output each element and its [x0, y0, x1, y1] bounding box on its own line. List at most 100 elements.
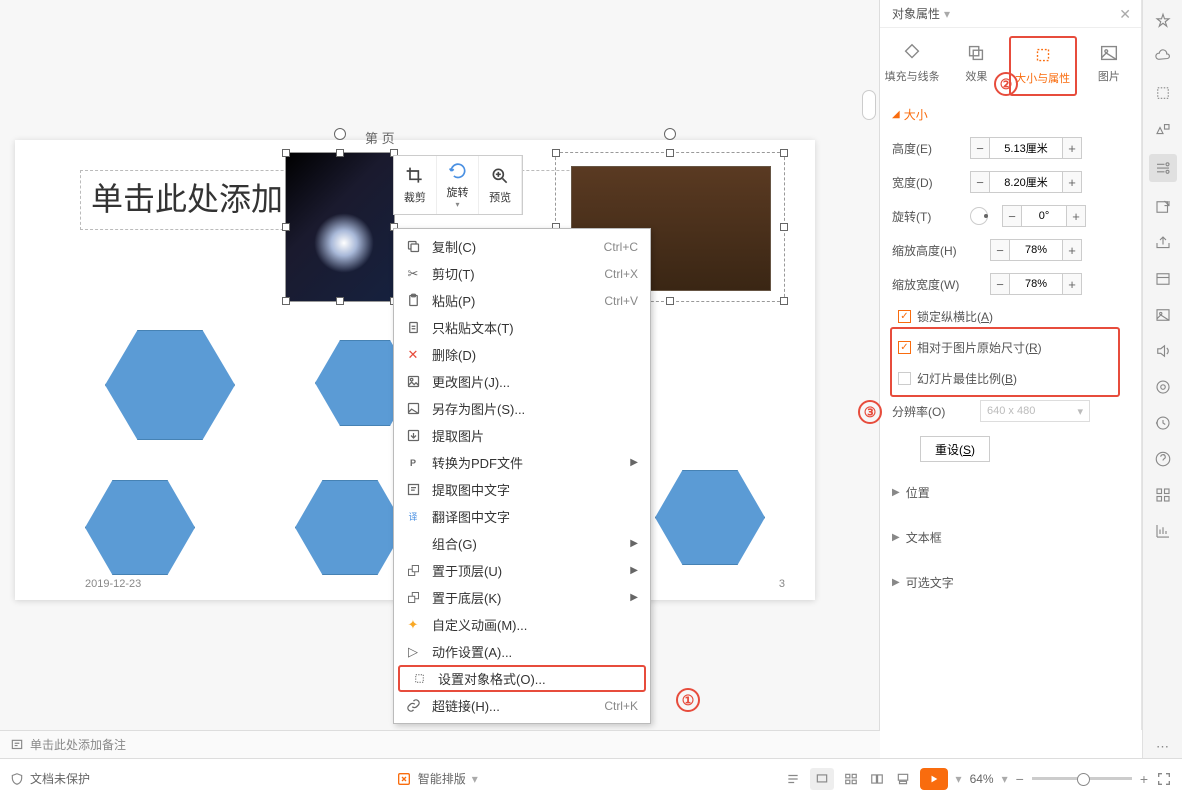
width-input[interactable] [990, 171, 1062, 193]
resize-handle[interactable] [336, 297, 344, 305]
ctx-translate[interactable]: 译翻译图中文字 [394, 503, 650, 530]
sorter-view-icon[interactable] [842, 771, 860, 787]
zoom-in[interactable]: + [1140, 771, 1148, 787]
rotate-handle[interactable] [334, 128, 346, 140]
resize-handle[interactable] [780, 223, 788, 231]
properties-icon[interactable] [1149, 154, 1177, 182]
ctx-change-pic[interactable]: 更改图片(J)... [394, 368, 650, 395]
rotate-dial[interactable] [970, 207, 988, 225]
ctx-save-as-pic[interactable]: 另存为图片(S)... [394, 395, 650, 422]
protect-status[interactable]: 文档未保护 [30, 770, 90, 787]
more-icon[interactable]: ⋯ [1152, 736, 1174, 758]
scroll-thumb[interactable] [862, 90, 876, 120]
tab-fill[interactable]: 填充与线条 [880, 36, 944, 96]
ctx-delete[interactable]: ✕删除(D) [394, 341, 650, 368]
minus-button[interactable]: − [1002, 205, 1022, 227]
hexagon-shape[interactable] [295, 480, 405, 575]
height-input[interactable] [990, 137, 1062, 159]
smart-layout[interactable]: 智能排版 [418, 770, 466, 787]
hexagon-shape[interactable] [105, 330, 235, 440]
sound-icon[interactable] [1152, 340, 1174, 362]
outline-view-icon[interactable] [784, 771, 802, 787]
select-icon[interactable] [1152, 82, 1174, 104]
target-icon[interactable] [1152, 376, 1174, 398]
notes-bar[interactable]: 单击此处添加备注 [0, 730, 880, 758]
normal-view-icon[interactable] [810, 768, 834, 790]
close-icon[interactable]: ✕ [1119, 6, 1131, 23]
section-position[interactable]: ▶位置 [880, 470, 1141, 515]
resize-handle[interactable] [780, 149, 788, 157]
resize-handle[interactable] [336, 149, 344, 157]
ctx-custom-anim[interactable]: ✦自定义动画(M)... [394, 611, 650, 638]
share-icon[interactable] [1152, 232, 1174, 254]
history-icon[interactable] [1152, 412, 1174, 434]
ctx-bring-front[interactable]: 置于顶层(U)▶ [394, 557, 650, 584]
minus-button[interactable]: − [970, 137, 990, 159]
resize-handle[interactable] [282, 149, 290, 157]
resize-handle[interactable] [666, 297, 674, 305]
slideshow-button[interactable] [920, 768, 948, 790]
resize-handle[interactable] [666, 149, 674, 157]
plus-button[interactable]: + [1062, 273, 1082, 295]
notes-view-icon[interactable] [894, 771, 912, 787]
tab-size[interactable]: 大小与属性 [1009, 36, 1077, 96]
resize-handle[interactable] [780, 297, 788, 305]
help-icon[interactable] [1152, 448, 1174, 470]
zoom-value[interactable]: 64% [970, 772, 994, 786]
rotate-input[interactable] [1022, 205, 1066, 227]
export-icon[interactable] [1152, 196, 1174, 218]
plus-button[interactable]: + [1062, 239, 1082, 261]
resize-handle[interactable] [282, 223, 290, 231]
ctx-format-object[interactable]: 设置对象格式(O)... [398, 665, 646, 692]
plus-button[interactable]: + [1066, 205, 1086, 227]
resize-handle[interactable] [552, 149, 560, 157]
scale-h-input[interactable] [1010, 239, 1062, 261]
hexagon-shape[interactable] [655, 470, 765, 565]
tab-pic[interactable]: 图片 [1077, 36, 1141, 96]
chart-icon[interactable] [1152, 520, 1174, 542]
ctx-cut[interactable]: ✂剪切(T)Ctrl+X [394, 260, 650, 287]
section-size[interactable]: ◢大小 [880, 96, 1141, 131]
fit-icon[interactable] [1156, 771, 1172, 787]
image-icon[interactable] [1152, 304, 1174, 326]
height-spinner[interactable]: −+ [970, 137, 1082, 159]
ctx-paste-text[interactable]: 只粘贴文本(T) [394, 314, 650, 341]
scale-w-input[interactable] [1010, 273, 1062, 295]
resize-handle[interactable] [282, 297, 290, 305]
scale-w-spinner[interactable]: −+ [990, 273, 1082, 295]
rel-orig-check[interactable]: 相对于图片原始尺寸(R) [880, 332, 1141, 363]
rotate-button[interactable]: 旋转▾ [437, 156, 480, 214]
rotate-handle[interactable] [664, 128, 676, 140]
preview-button[interactable]: 预览 [479, 156, 522, 214]
layout-icon[interactable] [1152, 268, 1174, 290]
ctx-hyperlink[interactable]: 超链接(H)...Ctrl+K [394, 692, 650, 719]
ctx-extract-pic[interactable]: 提取图片 [394, 422, 650, 449]
minus-button[interactable]: − [970, 171, 990, 193]
ctx-group[interactable]: 组合(G)▶ [394, 530, 650, 557]
section-textbox[interactable]: ▶文本框 [880, 515, 1141, 560]
reset-button[interactable]: 重设(S) [920, 436, 990, 462]
grid-icon[interactable] [1152, 484, 1174, 506]
minus-button[interactable]: − [990, 273, 1010, 295]
zoom-out[interactable]: − [1016, 771, 1024, 787]
lock-ratio-check[interactable]: 锁定纵横比(A) [880, 301, 1141, 332]
rotate-spinner[interactable]: −+ [1002, 205, 1086, 227]
ctx-send-back[interactable]: 置于底层(K)▶ [394, 584, 650, 611]
hexagon-shape[interactable] [85, 480, 195, 575]
ctx-extract-text[interactable]: 提取图中文字 [394, 476, 650, 503]
ctx-paste[interactable]: 粘贴(P)Ctrl+V [394, 287, 650, 314]
ctx-action[interactable]: ▷动作设置(A)... [394, 638, 650, 665]
plus-button[interactable]: + [1062, 171, 1082, 193]
crop-button[interactable]: 裁剪 [394, 156, 437, 214]
cloud-icon[interactable] [1152, 46, 1174, 68]
plus-button[interactable]: + [1062, 137, 1082, 159]
image-1[interactable] [285, 152, 395, 302]
best-ratio-check[interactable]: 幻灯片最佳比例(B) [880, 363, 1141, 394]
scale-h-spinner[interactable]: −+ [990, 239, 1082, 261]
star-icon[interactable] [1152, 10, 1174, 32]
shapes-icon[interactable] [1152, 118, 1174, 140]
ctx-to-pdf[interactable]: P转换为PDF文件▶ [394, 449, 650, 476]
width-spinner[interactable]: −+ [970, 171, 1082, 193]
minus-button[interactable]: − [990, 239, 1010, 261]
ctx-copy[interactable]: 复制(C)Ctrl+C [394, 233, 650, 260]
